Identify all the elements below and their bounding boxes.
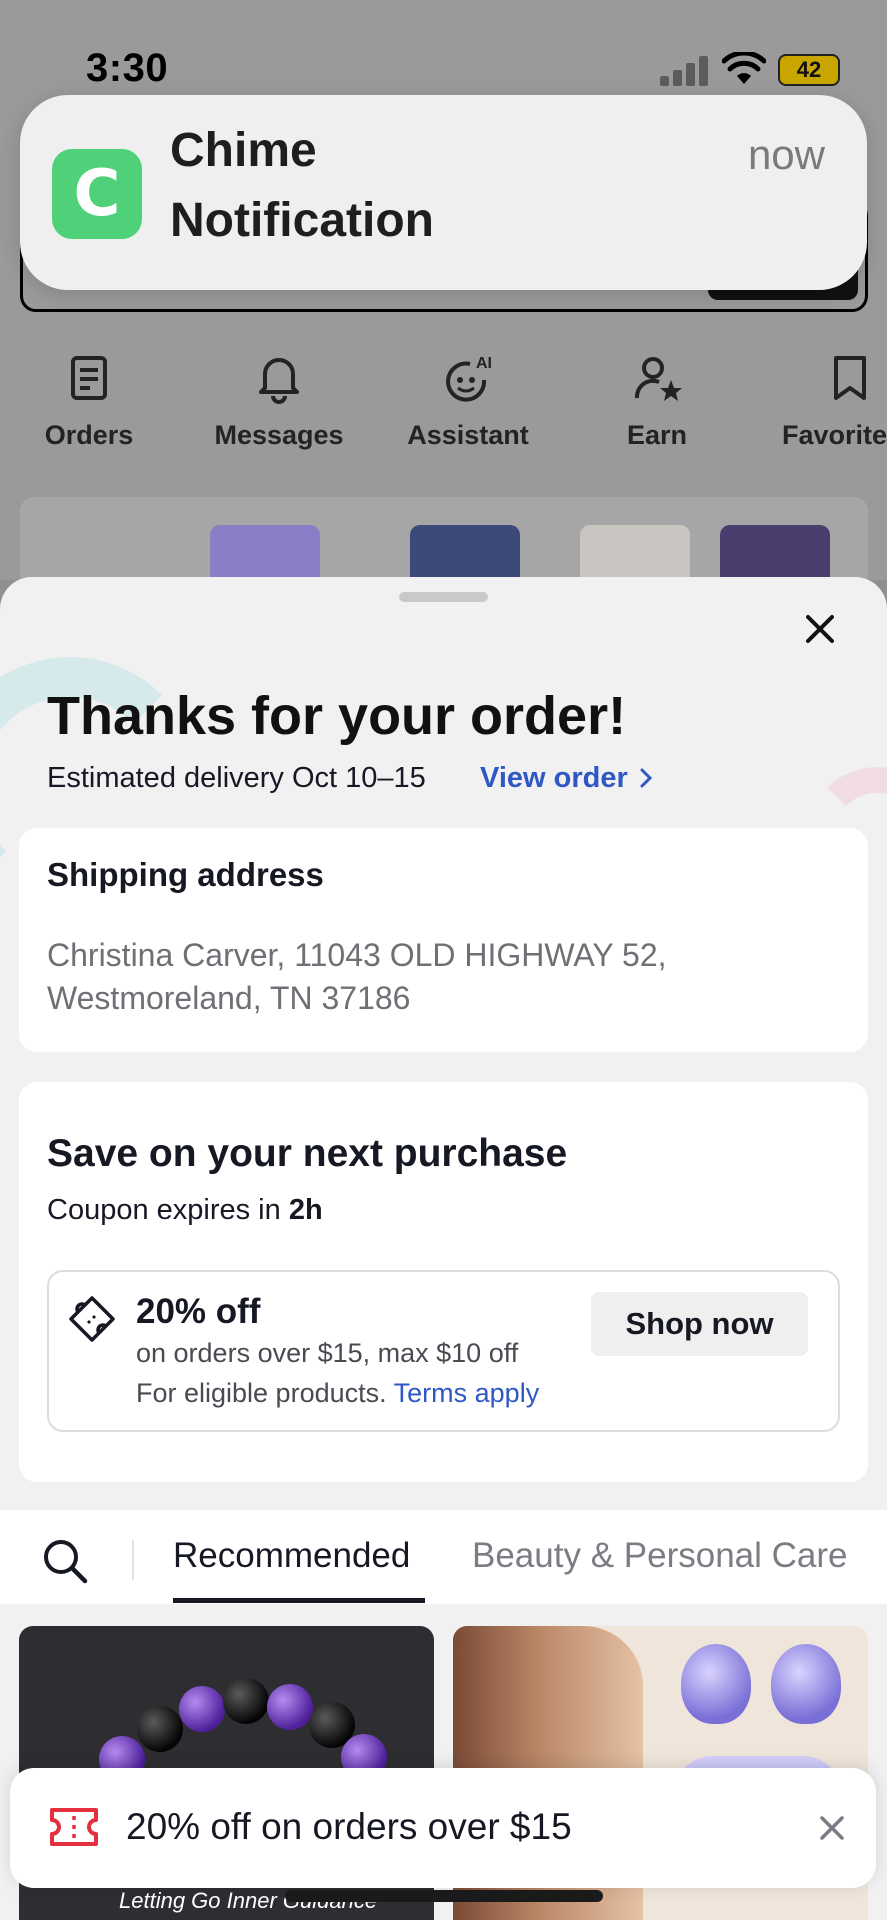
coupon-card-title: Save on your next purchase — [47, 1132, 568, 1175]
coupon-title: 20% off — [136, 1292, 261, 1331]
category-tabs: Recommended Beauty & Personal Care — [0, 1510, 887, 1604]
close-icon[interactable] — [800, 609, 840, 649]
quick-nav-label: Messages — [214, 420, 344, 450]
coupon-toast[interactable]: 20% off on orders over $15 — [10, 1768, 876, 1888]
wifi-icon — [722, 52, 766, 84]
shipping-address-text: Christina Carver, 11043 OLD HIGHWAY 52, … — [47, 937, 667, 1016]
order-confirmation-sheet: Thanks for your order! Estimated deliver… — [0, 577, 887, 1920]
person-star-icon — [634, 357, 682, 401]
coupon-eligibility: For eligible products. Terms apply — [136, 1378, 539, 1409]
toast-text: 20% off on orders over $15 — [126, 1806, 572, 1847]
coupon-eligibility-text: For eligible products. — [136, 1378, 387, 1408]
notification-time: now — [747, 131, 825, 178]
promo-strip — [20, 497, 868, 587]
bead — [223, 1678, 269, 1724]
active-tab-indicator — [173, 1598, 425, 1603]
terms-apply-link[interactable]: Terms apply — [394, 1378, 540, 1408]
svg-text:AI: AI — [476, 355, 492, 372]
ai-assistant-icon: AI — [446, 355, 492, 402]
orders-icon — [71, 356, 107, 400]
home-indicator[interactable] — [285, 1890, 603, 1902]
sheet-drag-handle[interactable] — [399, 592, 488, 602]
status-bar: 3:30 42 — [0, 0, 887, 100]
quick-nav-assistant: AI Assistant — [383, 350, 553, 451]
quick-nav: Orders Messages AI Assistant Earn Favori… — [0, 350, 887, 470]
coupon-conditions: on orders over $15, max $10 off — [136, 1338, 519, 1368]
view-order-link[interactable]: View order — [480, 762, 654, 795]
quick-nav-label: Earn — [626, 420, 688, 450]
cellular-signal-icon — [660, 56, 710, 86]
tabs-divider — [132, 1540, 134, 1580]
quick-nav-favorite: Favorite — [760, 350, 887, 451]
coupon-expiry-value: 2h — [288, 1194, 323, 1226]
quick-nav-messages: Messages — [194, 350, 364, 451]
coupon-expiry: Coupon expires in 2h — [47, 1194, 323, 1227]
shop-now-button[interactable]: Shop now — [591, 1292, 808, 1356]
bell-icon — [259, 358, 299, 404]
search-icon[interactable] — [40, 1536, 90, 1586]
coupon: 20% off on orders over $15, max $10 off … — [47, 1270, 840, 1432]
earbud — [771, 1644, 841, 1724]
close-icon[interactable] — [816, 1812, 848, 1844]
chevron-right-icon — [640, 768, 652, 788]
background-app: 3:30 42 Orders Messages AI Assistant Ear… — [0, 0, 887, 587]
quick-nav-label: Favorite — [782, 420, 887, 450]
quick-nav-earn: Earn — [572, 350, 742, 451]
page-title: Thanks for your order! — [47, 686, 627, 746]
coupon-ticket-icon — [50, 1808, 98, 1846]
bead — [267, 1684, 313, 1730]
coupon-expiry-prefix: Coupon expires in — [47, 1194, 281, 1226]
battery-icon: 42 — [778, 54, 840, 86]
quick-nav-label: Assistant — [407, 420, 529, 450]
push-notification[interactable]: C Chime Notification now — [20, 95, 867, 290]
battery-level: 42 — [796, 57, 822, 82]
view-order-label: View order — [480, 762, 628, 794]
quick-nav-label: Orders — [44, 420, 134, 450]
earbud — [681, 1644, 751, 1724]
quick-nav-orders: Orders — [4, 350, 174, 451]
ticket-icon — [69, 1296, 115, 1342]
estimated-delivery: Estimated delivery Oct 10–15 — [47, 762, 426, 794]
bead — [179, 1686, 225, 1732]
coupon-card: Save on your next purchase Coupon expire… — [19, 1082, 868, 1482]
shipping-address-card: Shipping address Christina Carver, 11043… — [19, 828, 868, 1052]
tab-recommended[interactable]: Recommended — [173, 1536, 410, 1576]
notification-app-name: Chime — [170, 124, 317, 177]
shipping-address-title: Shipping address — [47, 856, 324, 893]
tab-beauty-personal-care[interactable]: Beauty & Personal Care — [472, 1536, 847, 1576]
bead — [137, 1706, 183, 1752]
bookmark-icon — [834, 356, 866, 400]
chime-app-icon: C — [52, 149, 142, 239]
status-time: 3:30 — [86, 46, 169, 90]
notification-body: Notification — [170, 194, 434, 247]
